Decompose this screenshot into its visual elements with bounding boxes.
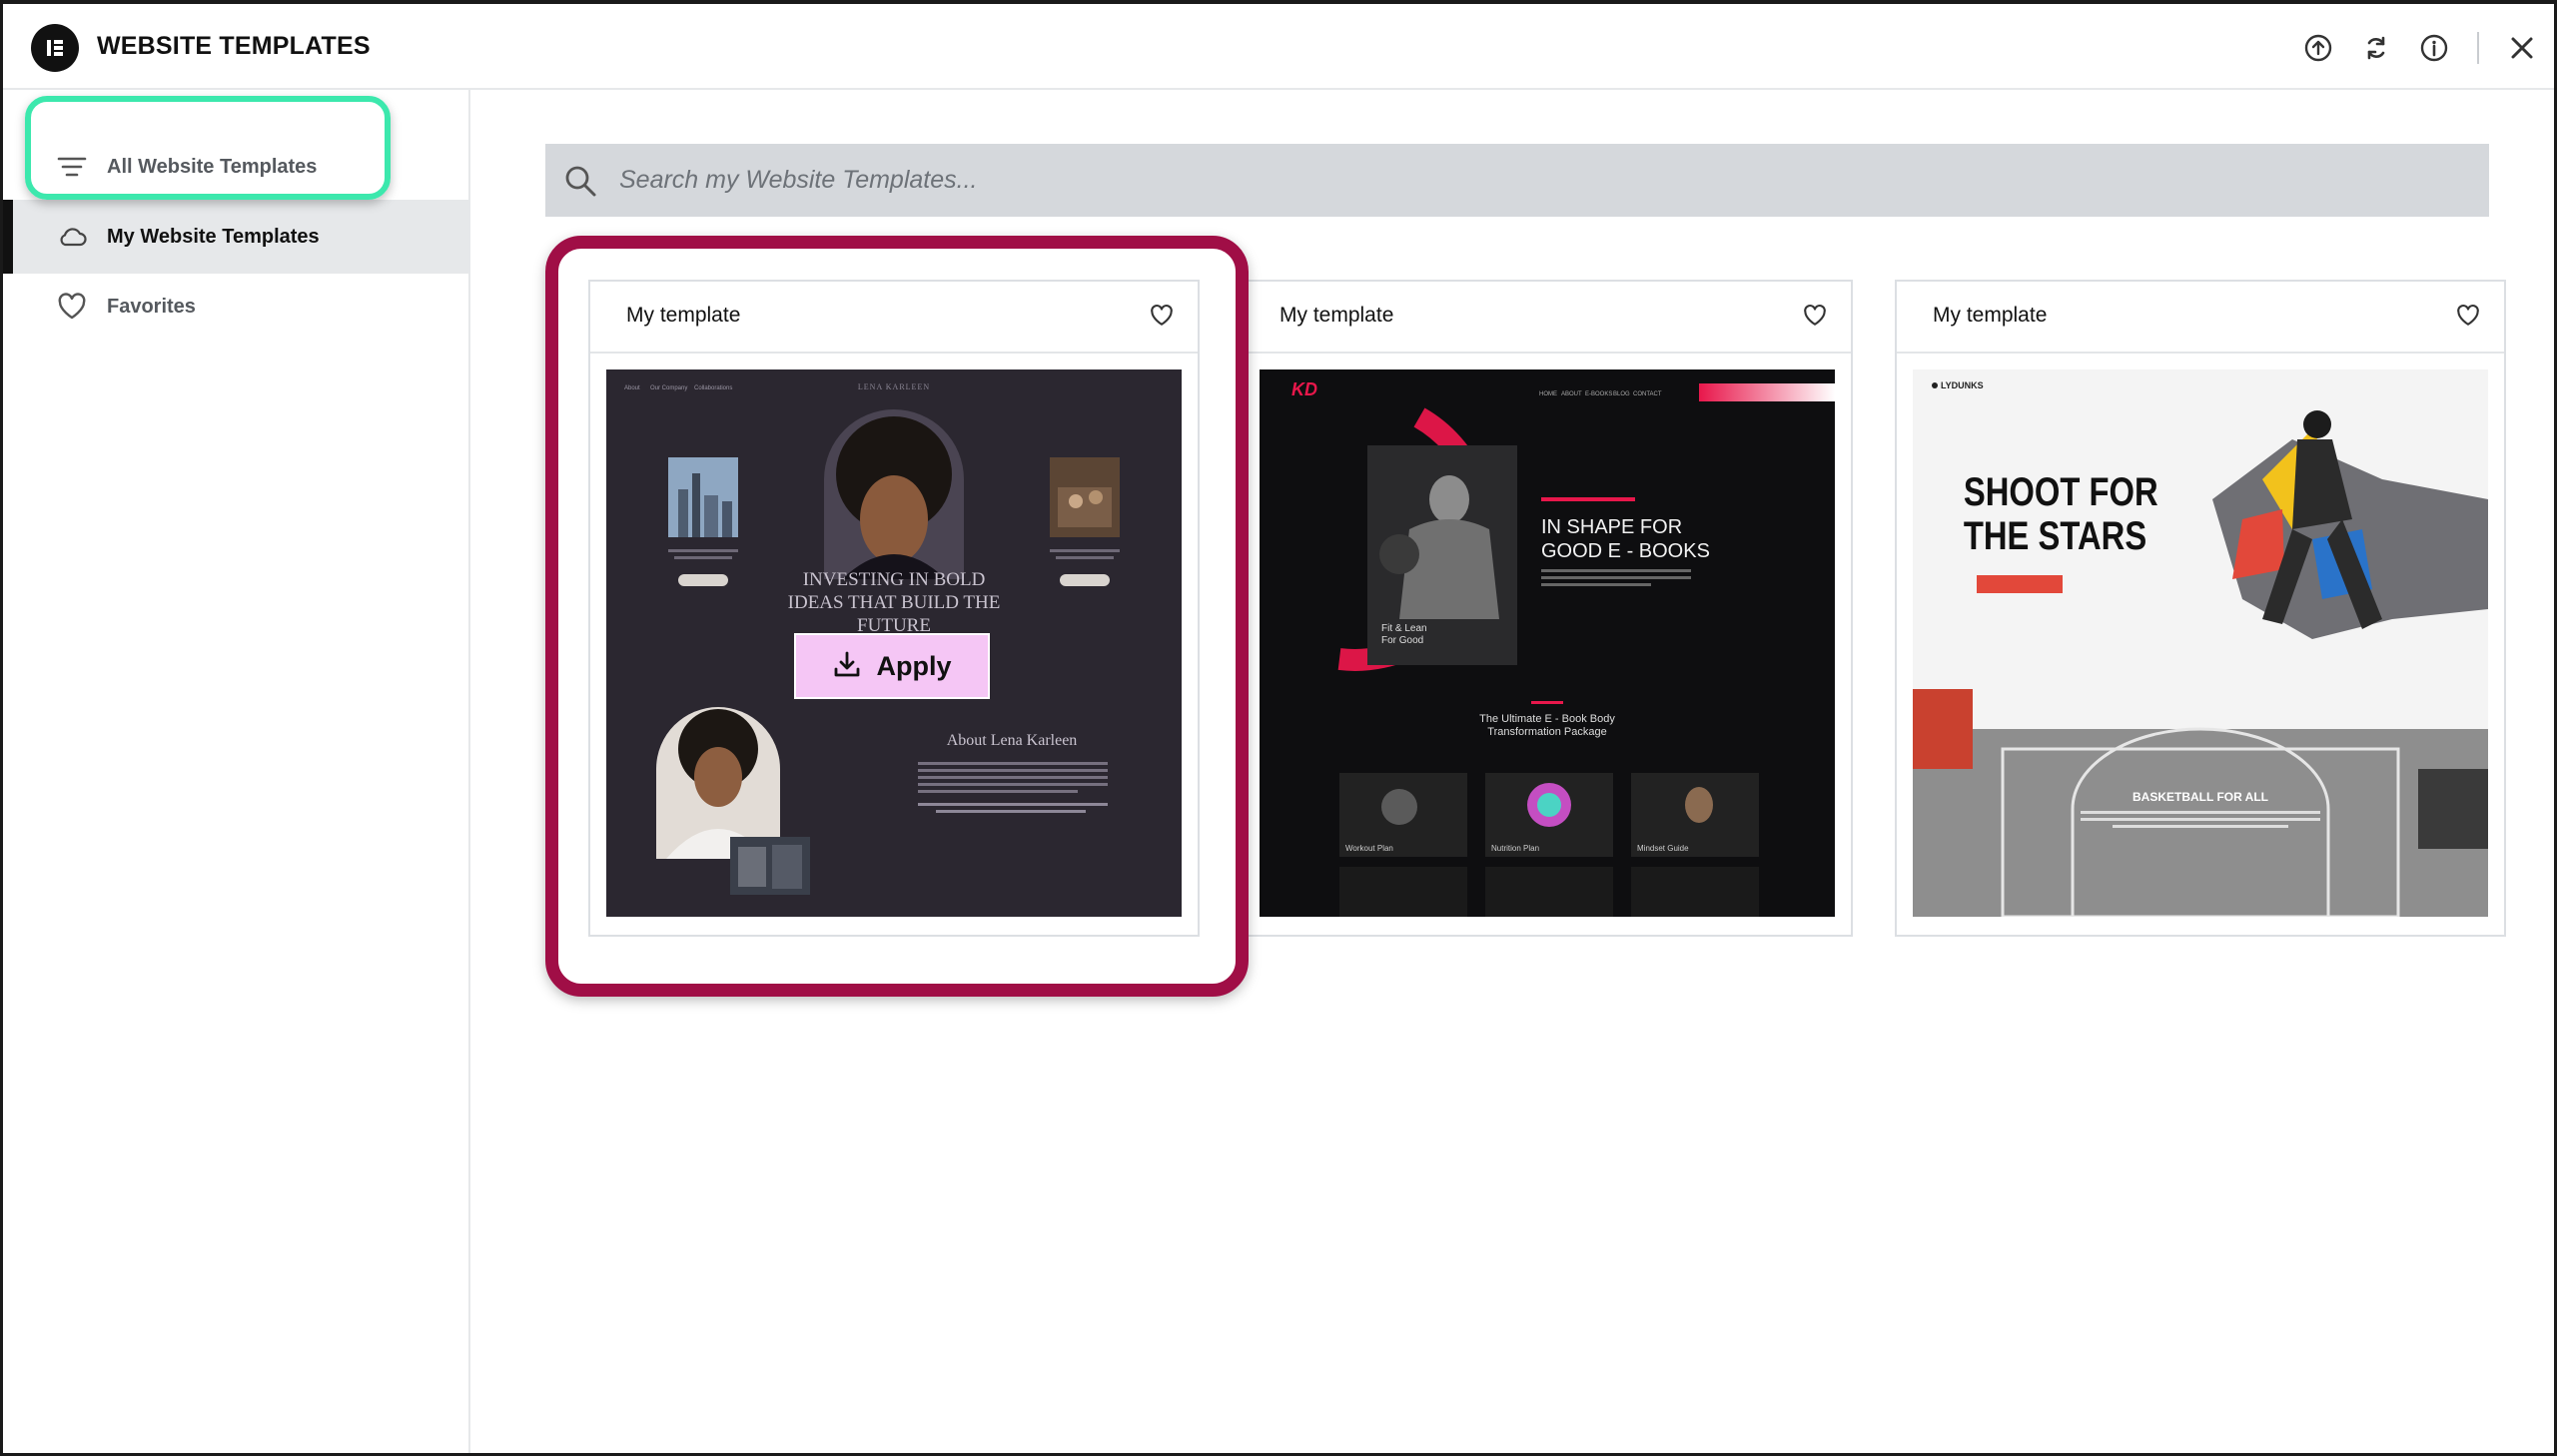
info-icon[interactable] [2418, 32, 2450, 64]
apply-label: Apply [876, 650, 952, 681]
thumb-court-title: BASKETBALL FOR ALL [2132, 790, 2268, 804]
thumb-package-2: Transformation Package [1487, 726, 1606, 738]
thumb-side-text-2: For Good [1381, 635, 1423, 646]
template-thumbnail[interactable]: KD HOME ABOUT E-BOOKS BLOG CONTACT Fit &… [1260, 369, 1835, 917]
sidebar-item-label: Favorites [107, 295, 196, 318]
thumb-nav-contact: CONTACT [1633, 391, 1662, 397]
thumbnail-fitness-ebooks: KD HOME ABOUT E-BOOKS BLOG CONTACT Fit &… [1260, 369, 1835, 917]
thumb-headline-1: IN SHAPE FOR [1541, 516, 1682, 538]
favorite-heart-icon[interactable] [2456, 304, 2482, 330]
upload-icon[interactable] [2302, 32, 2334, 64]
sidebar: All Website Templates My Website Templat… [3, 90, 470, 1453]
sidebar-item-favorites[interactable]: Favorites [3, 270, 468, 344]
thumb-headline-1: SHOOT FOR [1964, 469, 2158, 514]
thumb-headline-2: THE STARS [1964, 513, 2146, 558]
download-icon [832, 649, 862, 684]
thumb-package-1: The Ultimate E - Book Body [1479, 713, 1615, 725]
thumb-nav-blog: BLOG [1613, 391, 1630, 397]
template-card[interactable]: My template KD HOME ABOUT E-BOOKS BLOG C… [1242, 280, 1853, 937]
thumb-plan-1: Workout Plan [1345, 844, 1393, 853]
elementor-logo-icon [31, 24, 79, 72]
card-header: My template [1897, 282, 2504, 354]
highlight-annotation-red [545, 236, 1249, 997]
card-header: My template [1244, 282, 1851, 354]
favorite-heart-icon[interactable] [1803, 304, 1829, 330]
cloud-icon [55, 220, 89, 254]
thumb-side-text-1: Fit & Lean [1381, 623, 1427, 634]
thumb-plan-3: Mindset Guide [1637, 844, 1689, 853]
thumb-nav-home: HOME [1539, 391, 1557, 397]
heart-icon [55, 290, 89, 324]
header-separator [2477, 32, 2479, 64]
close-icon[interactable] [2506, 32, 2538, 64]
header: WEBSITE TEMPLATES [3, 4, 2554, 90]
sync-icon[interactable] [2360, 32, 2392, 64]
apply-button[interactable]: Apply [794, 633, 990, 699]
thumb-kd-logo: KD [1291, 379, 1317, 399]
highlight-annotation-green [25, 96, 391, 200]
active-indicator [3, 200, 13, 274]
thumb-plan-2: Nutrition Plan [1491, 844, 1539, 853]
thumb-brand: LYDUNKS [1941, 380, 1984, 390]
template-card[interactable]: My template LYDUNKS SHOOT FOR THE STARS [1895, 280, 2506, 937]
thumb-nav-ebooks: E-BOOKS [1585, 391, 1612, 397]
thumb-nav-about: ABOUT [1561, 391, 1582, 397]
search-icon [563, 164, 597, 203]
thumbnail-basketball: LYDUNKS SHOOT FOR THE STARS BASKETBALL F… [1913, 369, 2488, 917]
thumb-headline-2: GOOD E - BOOKS [1541, 540, 1710, 562]
card-title: My template [1279, 304, 1394, 327]
template-thumbnail[interactable]: LYDUNKS SHOOT FOR THE STARS BASKETBALL F… [1913, 369, 2488, 917]
search-bar [545, 144, 2489, 217]
app-title: WEBSITE TEMPLATES [97, 32, 371, 60]
sidebar-item-label: My Website Templates [107, 225, 320, 248]
app-window: WEBSITE TEMPLATES All Website Templates [0, 0, 2557, 1456]
search-input[interactable] [619, 144, 2467, 217]
card-title: My template [1933, 304, 2048, 327]
sidebar-item-my-website-templates[interactable]: My Website Templates [3, 200, 468, 274]
